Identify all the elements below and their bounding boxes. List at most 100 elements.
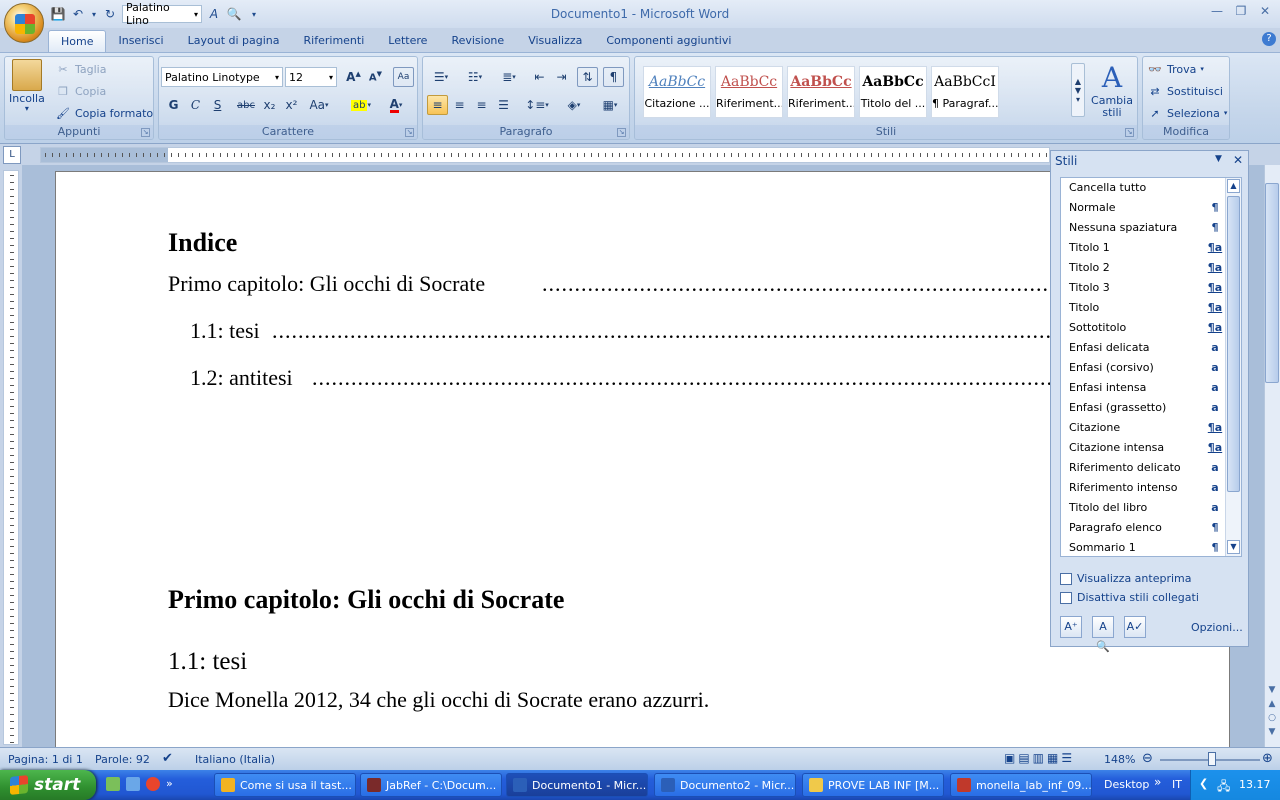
paste-button[interactable]: Incolla ▾	[9, 59, 45, 113]
select-button[interactable]: ➚ Seleziona ▾	[1147, 105, 1227, 121]
sort-button[interactable]: ⇅	[577, 67, 598, 87]
tab-review[interactable]: Revisione	[439, 30, 516, 52]
numbering-button[interactable]: ☷ ▾	[461, 67, 489, 87]
copy-button[interactable]: ❐ Copia	[55, 83, 106, 99]
taskbar-button[interactable]: monella_lab_inf_09...	[950, 773, 1092, 797]
taskbar-button[interactable]: Documento1 - Micr...	[506, 773, 648, 797]
language-status[interactable]: Italiano (Italia)	[195, 753, 275, 766]
style-list-item[interactable]: Paragrafo elenco	[1069, 518, 1219, 538]
style-list-item[interactable]: Enfasi delicata	[1069, 338, 1219, 358]
zoom-out-icon[interactable]: ⊖	[1142, 751, 1153, 766]
minimize-button[interactable]: —	[1206, 4, 1228, 22]
disable-linked-checkbox[interactable]: Disattiva stili collegati	[1060, 591, 1240, 604]
paragraph-launcher-icon[interactable]: ↘	[617, 128, 626, 137]
italic-button[interactable]: C	[185, 95, 206, 115]
style-gallery-item[interactable]: AaBbCc Titolo del ...	[859, 66, 927, 118]
change-case-button[interactable]: Aa ▾	[305, 95, 333, 115]
font-family-combo[interactable]: Palatino Linotype ▾	[161, 67, 283, 87]
browse-buttons[interactable]: ▼ ▲ ○ ▼	[1265, 683, 1279, 743]
maximize-button[interactable]: ❐	[1230, 4, 1252, 22]
underline-button[interactable]: S	[207, 95, 228, 115]
clock[interactable]: 13.17	[1239, 778, 1271, 791]
increase-indent-button[interactable]: ⇥	[551, 67, 572, 87]
subscript-button[interactable]: x₂	[259, 95, 280, 115]
font-launcher-icon[interactable]: ↘	[405, 128, 414, 137]
style-list-item[interactable]: Riferimento delicato	[1069, 458, 1219, 478]
multilevel-list-button[interactable]: ≣ ▾	[495, 67, 523, 87]
desktop-toolbar[interactable]: Desktop	[1104, 778, 1149, 791]
borders-button[interactable]: ▦ ▾	[595, 95, 625, 115]
cut-button[interactable]: ✂ Taglia	[55, 61, 106, 77]
style-list-item[interactable]: Titolo 1	[1069, 238, 1219, 258]
close-button[interactable]: ✕	[1254, 4, 1276, 22]
body-paragraph[interactable]: Dice Monella 2012, 34 che gli occhi di S…	[168, 687, 709, 713]
pane-close-icon[interactable]: ✕	[1233, 153, 1243, 167]
style-list-item[interactable]: Citazione intensa	[1069, 438, 1219, 458]
view-buttons[interactable]: ▣▤▥▦☰	[1004, 751, 1075, 765]
tab-insert[interactable]: Inserisci	[106, 30, 175, 52]
superscript-button[interactable]: x²	[281, 95, 302, 115]
shrink-font-button[interactable]: A▼	[365, 67, 386, 87]
format-painter-button[interactable]: 🖌 Copia formato	[55, 105, 153, 121]
style-inspector-button[interactable]: A🔍	[1092, 616, 1114, 653]
new-style-button[interactable]: A⁺	[1060, 616, 1082, 638]
manage-styles-button[interactable]: A✓	[1124, 616, 1146, 638]
zoom-level[interactable]: 148%	[1104, 753, 1135, 766]
align-right-button[interactable]: ≡	[471, 95, 492, 115]
bullets-button[interactable]: ☰ ▾	[427, 67, 455, 87]
change-styles-button[interactable]: A Cambia stili	[1089, 61, 1135, 119]
tab-references[interactable]: Riferimenti	[292, 30, 377, 52]
line-spacing-button[interactable]: ↕≡ ▾	[523, 95, 551, 115]
align-center-button[interactable]: ≡	[449, 95, 470, 115]
style-list-item[interactable]: Titolo 3	[1069, 278, 1219, 298]
options-link[interactable]: Opzioni...	[1191, 621, 1243, 634]
gallery-scroll-buttons[interactable]: ▲ ▼ ▾	[1071, 63, 1085, 117]
style-gallery-item[interactable]: AaBbCcI ¶ Paragraf...	[931, 66, 999, 118]
styles-launcher-icon[interactable]: ↘	[1125, 128, 1134, 137]
strikethrough-button[interactable]: abc	[233, 95, 259, 115]
desktop-icon[interactable]	[106, 777, 120, 791]
font-size-combo[interactable]: 12 ▾	[285, 67, 337, 87]
show-marks-button[interactable]: ¶	[603, 67, 624, 87]
tab-home[interactable]: Home	[48, 30, 107, 52]
heading-2[interactable]: 1.1: tesi	[168, 648, 247, 676]
style-list-item[interactable]: Normale	[1069, 198, 1219, 218]
scroll-up-icon[interactable]: ▲	[1227, 179, 1240, 193]
chrome-icon[interactable]	[146, 777, 160, 791]
toc-entry-2[interactable]: 1.1: tesi	[190, 318, 260, 344]
styles-list-scrollbar[interactable]: ▲ ▼	[1225, 178, 1241, 556]
style-list-item[interactable]: Titolo	[1069, 298, 1219, 318]
zoom-slider-thumb[interactable]	[1208, 752, 1216, 766]
find-button[interactable]: 👓 Trova ▾	[1147, 61, 1204, 77]
proofing-icon[interactable]: ✔	[162, 751, 173, 766]
style-list-item[interactable]: Sommario 1	[1069, 538, 1219, 558]
style-list-item[interactable]: Citazione	[1069, 418, 1219, 438]
quick-launch-more-icon[interactable]: »	[166, 777, 173, 791]
align-left-button[interactable]: ≡	[427, 95, 448, 115]
toc-entry-1[interactable]: Primo capitolo: Gli occhi di Socrate	[168, 271, 485, 297]
taskbar-button[interactable]: JabRef - C:\Docum...	[360, 773, 502, 797]
clipboard-launcher-icon[interactable]: ↘	[141, 128, 150, 137]
style-gallery-item[interactable]: AaBbCc Riferiment...	[787, 66, 855, 118]
tab-selector[interactable]: L	[3, 146, 21, 164]
tab-view[interactable]: Visualizza	[516, 30, 594, 52]
font-color-button[interactable]: A ▾	[381, 95, 411, 115]
office-button[interactable]	[4, 3, 44, 43]
page-count[interactable]: Pagina: 1 di 1	[8, 753, 83, 766]
vertical-scroll-thumb[interactable]	[1265, 183, 1279, 383]
grow-font-button[interactable]: A▲	[343, 67, 364, 87]
taskbar-button[interactable]: Documento2 - Micr...	[654, 773, 796, 797]
style-list-item[interactable]: Enfasi intensa	[1069, 378, 1219, 398]
vertical-ruler[interactable]	[3, 170, 19, 745]
clear-formatting-button[interactable]: Aa	[393, 67, 414, 87]
style-list-item[interactable]: Titolo del libro	[1069, 498, 1219, 518]
tab-page-layout[interactable]: Layout di pagina	[176, 30, 292, 52]
highlight-button[interactable]: ab ▾	[347, 95, 375, 115]
scroll-down-icon[interactable]: ▼	[1227, 540, 1240, 554]
decrease-indent-button[interactable]: ⇤	[529, 67, 550, 87]
show-preview-checkbox[interactable]: Visualizza anteprima	[1060, 572, 1240, 585]
style-list-item[interactable]: Cancella tutto	[1069, 178, 1219, 198]
ie-icon[interactable]	[126, 777, 140, 791]
horizontal-ruler[interactable]	[40, 147, 1050, 163]
tray-expand-icon[interactable]: ❮	[1199, 777, 1208, 790]
